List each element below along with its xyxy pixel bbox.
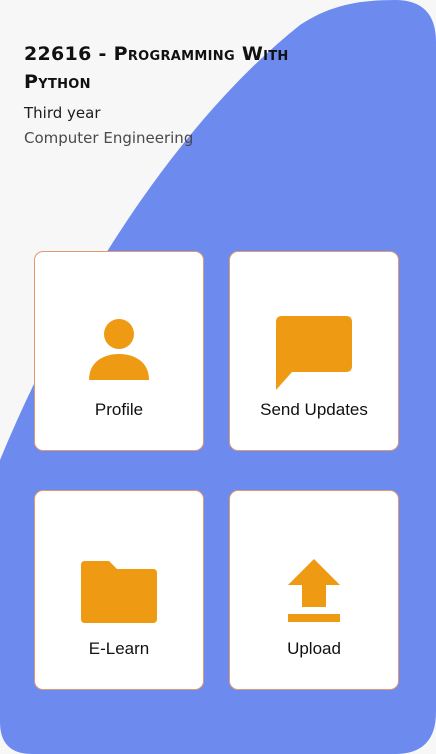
upload-card[interactable]: Upload [229,490,399,690]
course-code: 22616 - [24,43,114,65]
person-icon [35,312,203,392]
e-learn-label: E-Learn [88,639,150,658]
year-label: Third year [24,104,101,122]
upload-icon [230,559,398,639]
chat-bubble-icon [230,316,398,396]
course-name-line1: Programming With [113,43,289,65]
send-updates-label: Send Updates [260,400,368,419]
send-updates-card[interactable]: Send Updates [229,251,399,451]
course-name-line2: Python [24,71,91,93]
folder-icon [35,561,203,641]
course-title: 22616 - Programming With Python [24,40,414,96]
upload-label: Upload [287,639,341,658]
e-learn-card[interactable]: E-Learn [34,490,204,690]
profile-label: Profile [94,400,144,419]
department-label: Computer Engineering [24,129,194,147]
dashboard-screen: 22616 - Programming With Python Third ye… [0,0,436,754]
course-header: 22616 - Programming With Python Third ye… [24,40,414,147]
profile-card[interactable]: Profile [34,251,204,451]
